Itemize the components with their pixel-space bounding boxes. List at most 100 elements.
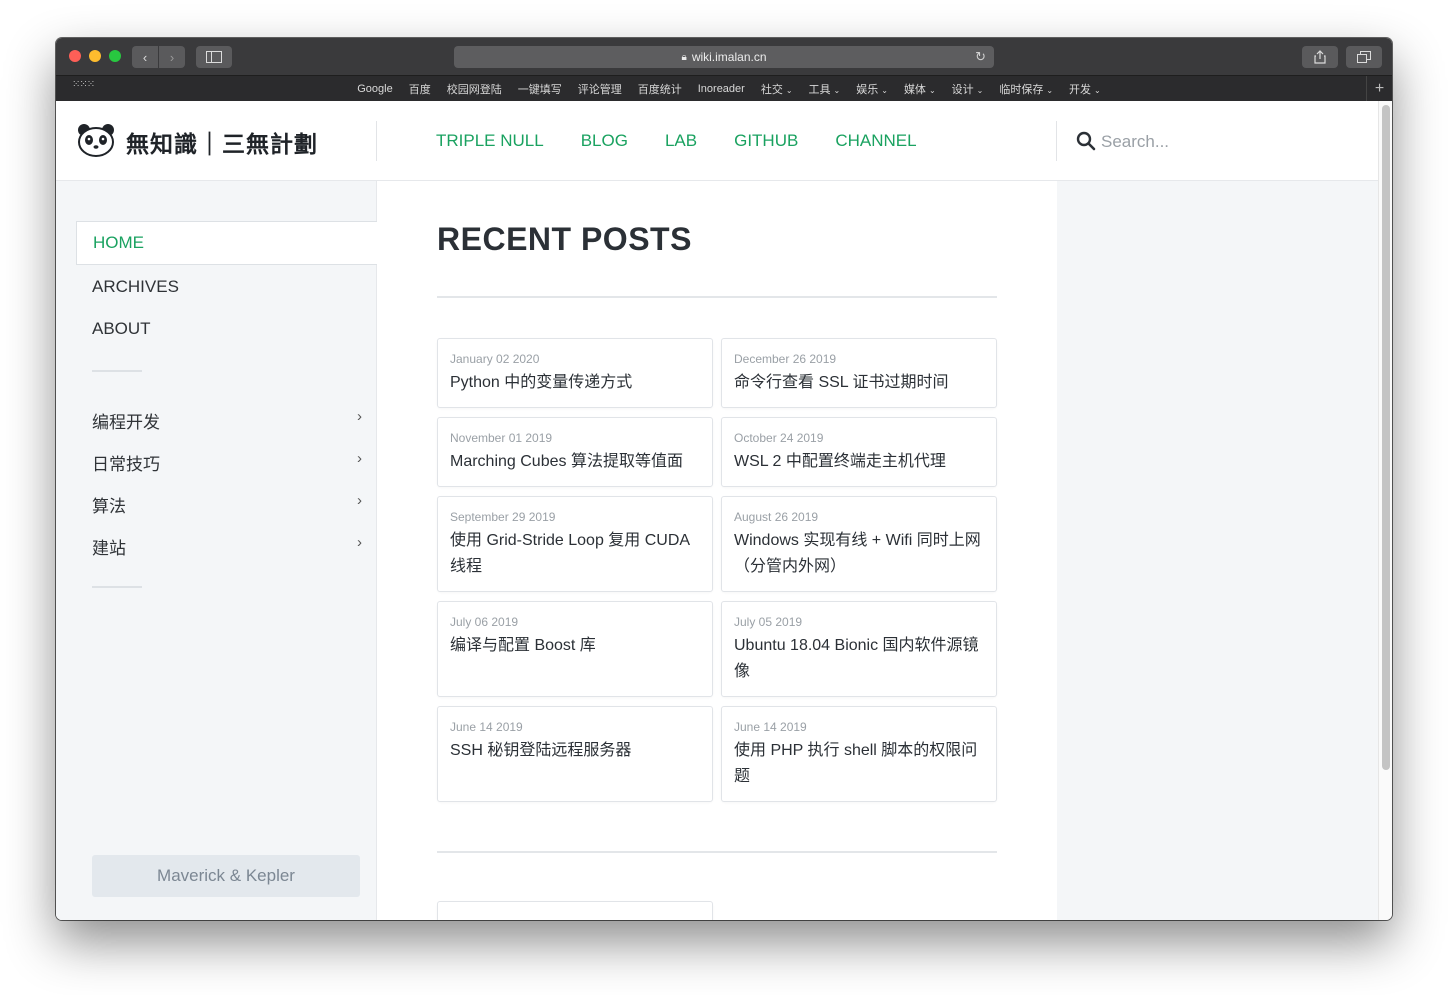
bookmark-item[interactable]: 临时保存 ⌄ — [999, 81, 1053, 97]
site-title[interactable]: 無知識｜三無計劃 — [126, 125, 318, 159]
post-title[interactable]: Windows 实现有线 + Wifi 同时上网（分管内外网） — [734, 528, 984, 580]
panda-logo-icon[interactable] — [76, 122, 116, 158]
bookmark-label: 校园网登陆 — [446, 84, 502, 96]
category-daily-tips[interactable]: 日常技巧 › — [92, 450, 362, 475]
post-card[interactable] — [437, 901, 713, 920]
post-date: January 02 2020 — [450, 352, 540, 366]
sidebar-item-home[interactable]: HOME — [76, 221, 377, 265]
post-card[interactable]: December 26 2019 命令行查看 SSL 证书过期时间 — [721, 338, 997, 408]
post-card[interactable]: June 14 2019 使用 PHP 执行 shell 脚本的权限问题 — [721, 706, 997, 802]
chevron-right-icon: › — [357, 492, 362, 509]
share-icon — [1314, 50, 1326, 64]
category-label: 日常技巧 — [92, 455, 160, 474]
search-icon[interactable] — [1076, 131, 1096, 151]
bookmark-label: 设计 — [951, 84, 974, 96]
new-tab-button[interactable]: + — [1366, 76, 1392, 102]
bookmark-item[interactable]: 百度统计 — [638, 81, 682, 97]
bookmark-item[interactable]: 设计 ⌄ — [952, 81, 984, 97]
bookmark-item[interactable]: 开发 ⌄ — [1069, 81, 1101, 97]
bookmark-item[interactable]: 媒体 ⌄ — [904, 81, 936, 97]
post-date: December 26 2019 — [734, 352, 837, 366]
address-bar[interactable]: 🔒︎ wiki.imalan.cn ↻ — [454, 46, 994, 68]
site-header: 無知識｜三無計劃 TRIPLE NULL BLOG LAB GITHUB CHA… — [56, 101, 1378, 181]
post-title[interactable]: Ubuntu 18.04 Bionic 国内软件源镜像 — [734, 633, 984, 685]
nav-link-channel[interactable]: CHANNEL — [835, 131, 916, 151]
post-title[interactable]: Marching Cubes 算法提取等值面 — [450, 449, 700, 475]
bookmark-item[interactable]: 工具 ⌄ — [809, 81, 841, 97]
post-card[interactable]: January 02 2020 Python 中的变量传递方式 — [437, 338, 713, 408]
bookmark-item[interactable]: 评论管理 — [578, 81, 622, 97]
nav-link-github[interactable]: GITHUB — [734, 131, 798, 151]
bookmark-item[interactable]: 一键填写 — [518, 81, 562, 97]
post-card[interactable]: September 29 2019 使用 Grid-Stride Loop 复用 … — [437, 496, 713, 592]
bookmark-item[interactable]: 百度 — [409, 81, 431, 97]
chevron-down-icon: ⌄ — [881, 86, 888, 95]
zoom-window-button[interactable] — [109, 50, 121, 62]
search-input[interactable] — [1101, 129, 1321, 155]
post-title[interactable]: Python 中的变量传递方式 — [450, 370, 700, 396]
bookmark-label: 百度 — [408, 84, 431, 96]
post-card[interactable]: July 06 2019 编译与配置 Boost 库 — [437, 601, 713, 697]
post-title[interactable]: 命令行查看 SSL 证书过期时间 — [734, 370, 984, 396]
bookmark-item[interactable]: Google — [357, 83, 392, 95]
nav-link-blog[interactable]: BLOG — [581, 131, 628, 151]
post-title[interactable]: SSH 秘钥登陆远程服务器 — [450, 738, 700, 764]
chevron-down-icon: ⌄ — [833, 86, 841, 95]
category-website[interactable]: 建站 › — [92, 534, 362, 559]
post-card[interactable]: July 05 2019 Ubuntu 18.04 Bionic 国内软件源镜像 — [721, 601, 997, 697]
post-card[interactable]: October 24 2019 WSL 2 中配置终端走主机代理 — [721, 417, 997, 487]
section-divider — [437, 296, 997, 298]
sidebar-divider — [92, 586, 142, 588]
bookmark-label: 临时保存 — [999, 84, 1044, 96]
reload-icon[interactable]: ↻ — [975, 49, 986, 65]
chevron-left-icon: ‹ — [142, 49, 148, 65]
post-title[interactable]: 使用 Grid-Stride Loop 复用 CUDA 线程 — [450, 528, 700, 580]
category-label: 编程开发 — [92, 413, 160, 432]
right-panel — [1057, 181, 1378, 920]
post-date: July 06 2019 — [450, 615, 519, 629]
forward-button[interactable]: › — [159, 46, 185, 68]
post-title[interactable]: 编译与配置 Boost 库 — [450, 633, 700, 659]
bookmark-item[interactable]: Inoreader — [698, 83, 745, 95]
post-title[interactable]: 使用 PHP 执行 shell 脚本的权限问题 — [734, 738, 984, 790]
chevron-right-icon: › — [169, 49, 175, 65]
chevron-down-icon: ⌄ — [1094, 86, 1101, 95]
bookmark-label: Google — [357, 83, 393, 95]
post-title[interactable]: WSL 2 中配置终端走主机代理 — [734, 449, 984, 475]
sidebar-item-archives[interactable]: ARCHIVES — [76, 265, 377, 309]
left-sidebar: HOME ARCHIVES ABOUT 编程开发 › 日常技巧 › 算法 › 建站 › … — [56, 181, 377, 920]
bookmark-item[interactable]: 社交 ⌄ — [761, 81, 793, 97]
chevron-down-icon: ⌄ — [1046, 86, 1054, 95]
show-tabs-button[interactable] — [1346, 46, 1382, 68]
url-text: wiki.imalan.cn — [691, 50, 767, 64]
scrollbar-thumb[interactable] — [1382, 105, 1390, 770]
top-nav: TRIPLE NULL BLOG LAB GITHUB CHANNEL — [436, 131, 917, 151]
theme-credit-button[interactable]: Maverick & Kepler — [92, 855, 360, 897]
sidebar-item-about[interactable]: ABOUT — [76, 307, 377, 351]
bookmark-label: Inoreader — [697, 83, 745, 95]
chevron-right-icon: › — [357, 408, 362, 425]
post-date: June 14 2019 — [734, 720, 807, 734]
category-programming[interactable]: 编程开发 › — [92, 408, 362, 433]
bookmark-item[interactable]: 校园网登陆 — [447, 81, 502, 97]
post-card[interactable]: August 26 2019 Windows 实现有线 + Wifi 同时上网（分… — [721, 496, 997, 592]
back-button[interactable]: ‹ — [132, 46, 158, 68]
minimize-window-button[interactable] — [89, 50, 101, 62]
close-window-button[interactable] — [69, 50, 81, 62]
scrollbar[interactable] — [1378, 101, 1392, 920]
bookmark-item[interactable]: 娱乐 ⌄ — [856, 81, 888, 97]
bookmark-label: 开发 — [1069, 84, 1092, 96]
post-card[interactable]: November 01 2019 Marching Cubes 算法提取等值面 — [437, 417, 713, 487]
bookmark-label: 娱乐 — [856, 84, 879, 96]
category-algorithms[interactable]: 算法 › — [92, 492, 362, 517]
title-bar: ‹ › 🔒︎ wiki.imalan.cn ↻ — [56, 38, 1392, 75]
nav-link-triple-null[interactable]: TRIPLE NULL — [436, 131, 544, 151]
share-button[interactable] — [1302, 46, 1338, 68]
plus-icon: + — [1374, 80, 1385, 97]
bookmark-label: 媒体 — [903, 84, 926, 96]
nav-link-lab[interactable]: LAB — [665, 131, 697, 151]
post-card[interactable]: June 14 2019 SSH 秘钥登陆远程服务器 — [437, 706, 713, 802]
chevron-down-icon: ⌄ — [928, 86, 936, 95]
sidebar-divider — [92, 370, 142, 372]
sidebar-toggle-button[interactable] — [196, 46, 232, 68]
